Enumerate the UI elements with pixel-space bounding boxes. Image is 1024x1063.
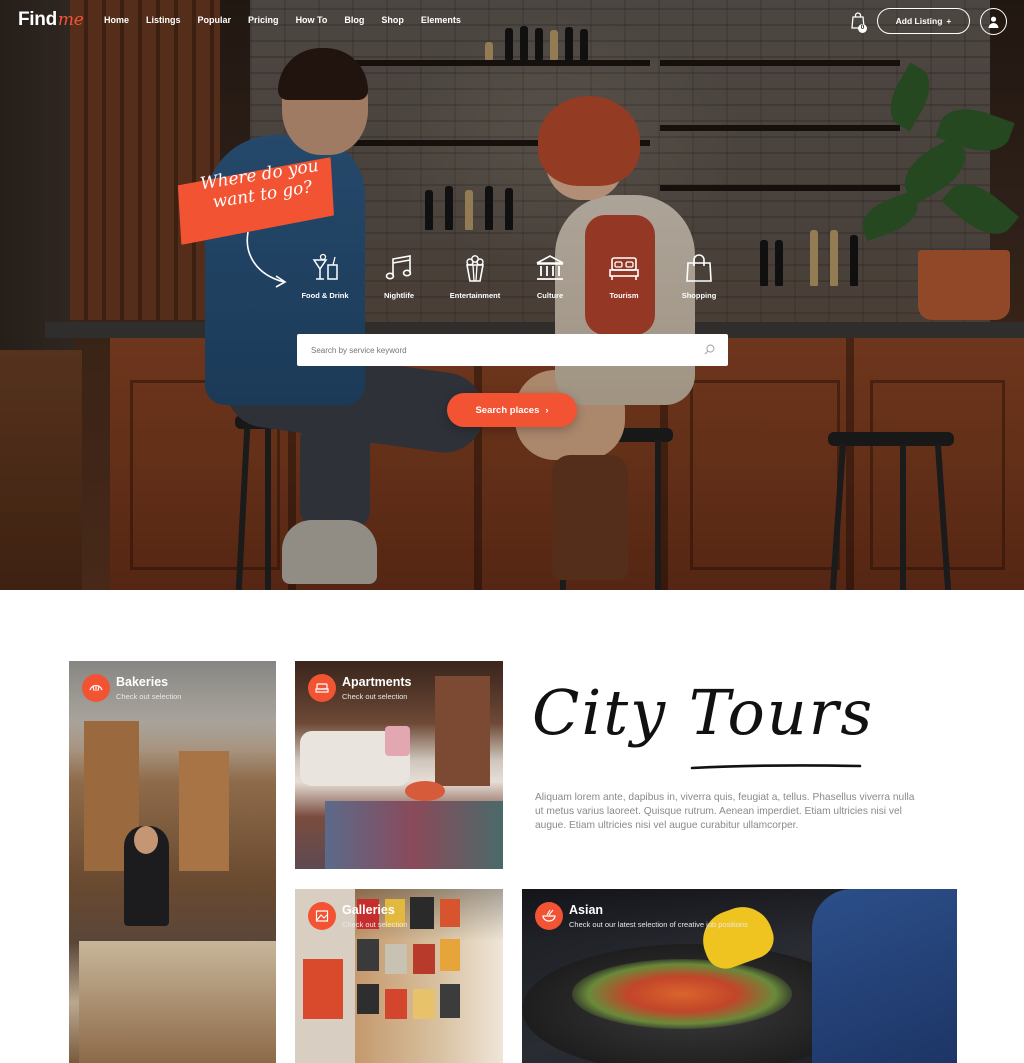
user-icon xyxy=(988,16,999,28)
main-nav: Home Listings Popular Pricing How To Blo… xyxy=(104,15,478,25)
card-bakeries[interactable]: Bakeries Check out selection xyxy=(69,661,276,1063)
nav-shop[interactable]: Shop xyxy=(381,15,404,25)
plus-icon: + xyxy=(946,16,952,26)
category-label: Tourism xyxy=(609,291,639,300)
card-subtitle: Check out our latest selection of creati… xyxy=(569,920,748,929)
add-listing-button[interactable]: Add Listing + xyxy=(877,8,970,34)
bookshelf xyxy=(435,676,490,786)
curved-arrow-icon xyxy=(246,231,287,288)
site-header: Findme Home Listings Popular Pricing How… xyxy=(0,0,1024,44)
search-input[interactable] xyxy=(297,334,728,366)
nav-how-to[interactable]: How To xyxy=(296,15,328,25)
card-asian[interactable]: Asian Check out our latest selection of … xyxy=(522,889,957,1063)
painting xyxy=(385,989,407,1019)
museum-icon xyxy=(536,255,564,280)
category-shopping[interactable]: Shopping xyxy=(664,252,734,300)
shopping-bag-icon xyxy=(686,254,712,282)
card-title: Bakeries xyxy=(116,675,169,689)
drink-icon xyxy=(312,253,338,280)
painting xyxy=(413,944,435,974)
card-title: Galleries xyxy=(342,903,395,917)
pillow xyxy=(385,726,410,756)
category-label: Nightlife xyxy=(384,291,414,300)
user-account-button[interactable] xyxy=(980,8,1007,35)
chef-sleeve xyxy=(812,889,957,1063)
nav-blog[interactable]: Blog xyxy=(344,15,364,25)
card-subtitle: Check out selection xyxy=(342,692,408,701)
search-button-label: Search places xyxy=(475,404,540,416)
bakery-shelf xyxy=(179,751,229,871)
chevron-right-icon: › xyxy=(545,404,549,416)
painting xyxy=(440,899,460,927)
logo-accent: me xyxy=(57,10,84,30)
city-tours-description: Aliquam lorem ante, dapibus in, viverra … xyxy=(535,792,915,831)
bakery-counter xyxy=(79,941,276,1063)
bed-icon xyxy=(609,257,639,280)
card-subtitle: Check out selection xyxy=(116,692,182,701)
painting xyxy=(410,897,434,929)
category-food-drink[interactable]: Food & Drink xyxy=(290,252,360,300)
nav-elements[interactable]: Elements xyxy=(421,15,461,25)
card-apartments[interactable]: Apartments Check out selection xyxy=(295,661,503,869)
heading-underline xyxy=(690,764,862,770)
music-note-icon xyxy=(385,255,412,280)
rug xyxy=(325,801,503,869)
site-logo[interactable]: Findme xyxy=(18,9,84,31)
painting xyxy=(303,959,343,1019)
category-nightlife[interactable]: Nightlife xyxy=(364,252,434,300)
painting xyxy=(357,939,379,971)
category-label: Culture xyxy=(536,291,564,300)
bed-icon xyxy=(315,683,329,693)
gallery-category-badge xyxy=(308,902,336,930)
apartment-category-badge xyxy=(308,674,336,702)
card-subtitle: Check out selection xyxy=(342,920,408,929)
nav-pricing[interactable]: Pricing xyxy=(248,15,279,25)
city-tours-heading: City Tours xyxy=(532,676,875,749)
search-icon[interactable] xyxy=(704,344,715,355)
picture-icon xyxy=(315,910,329,922)
category-entertainment[interactable]: Entertainment xyxy=(440,252,510,300)
category-label: Shopping xyxy=(681,291,717,300)
nav-listings[interactable]: Listings xyxy=(146,15,181,25)
painting xyxy=(357,984,379,1014)
croissant-icon xyxy=(89,684,103,692)
painting xyxy=(413,989,435,1019)
baker-head xyxy=(134,826,158,854)
card-title: Asian xyxy=(569,903,604,917)
painting xyxy=(440,984,460,1018)
painting xyxy=(385,944,407,974)
add-listing-label: Add Listing xyxy=(895,16,943,26)
logo-text: Find xyxy=(18,9,57,30)
search-places-button[interactable]: Search places › xyxy=(447,393,577,427)
coffee-table xyxy=(405,781,445,801)
nav-popular[interactable]: Popular xyxy=(198,15,232,25)
card-galleries[interactable]: Galleries Check out selection xyxy=(295,889,503,1063)
card-title: Apartments xyxy=(342,675,412,689)
nav-home[interactable]: Home xyxy=(104,15,129,25)
painting xyxy=(440,939,460,971)
cart-count-badge: 0 xyxy=(858,24,867,33)
category-label: Food & Drink xyxy=(301,291,349,300)
stir-fry-food xyxy=(572,959,792,1029)
category-culture[interactable]: Culture xyxy=(515,252,585,300)
popcorn-icon xyxy=(466,255,484,282)
asian-category-badge xyxy=(535,902,563,930)
category-label: Entertainment xyxy=(449,291,501,300)
asian-food-icon xyxy=(542,909,556,922)
category-tourism[interactable]: Tourism xyxy=(589,252,659,300)
category-list: Food & Drink Nightlife Entertainment Cul… xyxy=(296,252,726,312)
bakery-category-badge xyxy=(82,674,110,702)
